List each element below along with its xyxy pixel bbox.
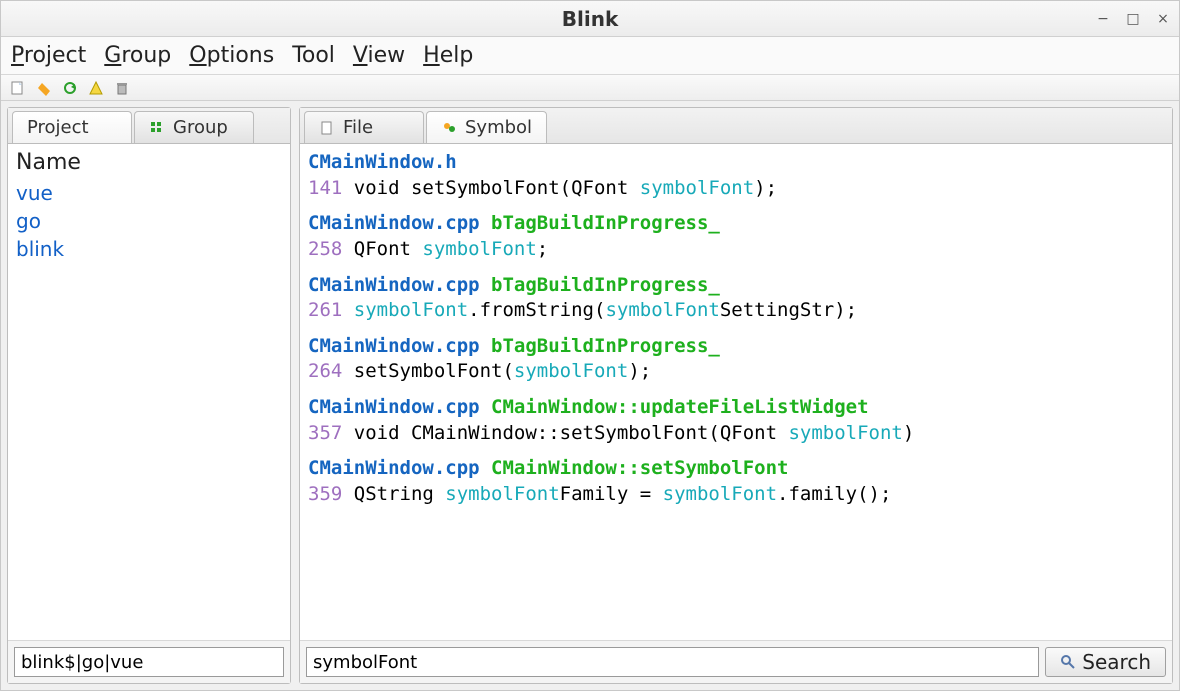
search-row: Search bbox=[300, 640, 1172, 683]
titlebar: Blink − □ × bbox=[1, 1, 1179, 37]
minimize-button[interactable]: − bbox=[1095, 11, 1111, 27]
menubar: Project Group Options Tool View Help bbox=[1, 37, 1179, 75]
result-line: 141 void setSymbolFont(QFont symbolFont)… bbox=[308, 176, 1164, 202]
open-icon[interactable] bbox=[35, 79, 53, 97]
window-controls: − □ × bbox=[1095, 1, 1171, 36]
search-input[interactable] bbox=[306, 647, 1039, 677]
close-button[interactable]: × bbox=[1155, 11, 1171, 27]
result-line: 258 QFont symbolFont; bbox=[308, 237, 1164, 263]
window-title: Blink bbox=[1, 7, 1179, 31]
result-block[interactable]: CMainWindow.cpp bTagBuildInProgress_261 … bbox=[308, 273, 1164, 324]
project-item[interactable]: blink bbox=[16, 235, 282, 263]
menu-view[interactable]: View bbox=[353, 43, 405, 68]
project-panel: Project Group Name vuegoblink bbox=[7, 107, 291, 684]
result-line: 264 setSymbolFont(symbolFont); bbox=[308, 359, 1164, 385]
result-header: CMainWindow.cpp CMainWindow::setSymbolFo… bbox=[308, 456, 1164, 482]
main-split: Project Group Name vuegoblink File bbox=[1, 101, 1179, 690]
tab-group-label: Group bbox=[173, 117, 228, 138]
result-block[interactable]: CMainWindow.h141 void setSymbolFont(QFon… bbox=[308, 150, 1164, 201]
menu-options[interactable]: Options bbox=[189, 43, 274, 68]
tab-symbol-label: Symbol bbox=[465, 117, 532, 138]
right-tabs: File Symbol bbox=[300, 108, 1172, 144]
result-header: CMainWindow.cpp CMainWindow::updateFileL… bbox=[308, 395, 1164, 421]
left-tabs: Project Group bbox=[8, 108, 290, 144]
menu-project[interactable]: Project bbox=[11, 43, 86, 68]
project-item[interactable]: vue bbox=[16, 179, 282, 207]
project-list: Name vuegoblink bbox=[8, 144, 290, 640]
result-line: 357 void CMainWindow::setSymbolFont(QFon… bbox=[308, 421, 1164, 447]
results-list[interactable]: CMainWindow.h141 void setSymbolFont(QFon… bbox=[300, 144, 1172, 640]
tab-file-label: File bbox=[343, 117, 373, 138]
menu-tool[interactable]: Tool bbox=[292, 43, 335, 68]
search-button-label: Search bbox=[1082, 650, 1151, 674]
file-icon bbox=[319, 120, 335, 136]
result-line: 261 symbolFont.fromString(symbolFontSett… bbox=[308, 298, 1164, 324]
result-block[interactable]: CMainWindow.cpp CMainWindow::setSymbolFo… bbox=[308, 456, 1164, 507]
result-block[interactable]: CMainWindow.cpp bTagBuildInProgress_258 … bbox=[308, 211, 1164, 262]
symbol-icon bbox=[441, 120, 457, 136]
tab-group[interactable]: Group bbox=[134, 111, 254, 143]
project-list-header: Name bbox=[16, 148, 282, 179]
result-header: CMainWindow.cpp bTagBuildInProgress_ bbox=[308, 273, 1164, 299]
tab-project[interactable]: Project bbox=[12, 111, 132, 143]
warning-icon[interactable] bbox=[87, 79, 105, 97]
new-icon[interactable] bbox=[9, 79, 27, 97]
maximize-button[interactable]: □ bbox=[1125, 11, 1141, 27]
project-filter-row bbox=[8, 640, 290, 683]
result-block[interactable]: CMainWindow.cpp bTagBuildInProgress_264 … bbox=[308, 334, 1164, 385]
result-header: CMainWindow.cpp bTagBuildInProgress_ bbox=[308, 211, 1164, 237]
toolbar bbox=[1, 75, 1179, 101]
results-panel: File Symbol CMainWindow.h141 void setSym… bbox=[299, 107, 1173, 684]
project-item[interactable]: go bbox=[16, 207, 282, 235]
result-header: CMainWindow.h bbox=[308, 150, 1164, 176]
trash-icon[interactable] bbox=[113, 79, 131, 97]
grid-icon bbox=[149, 120, 165, 136]
project-filter-input[interactable] bbox=[14, 647, 284, 677]
tab-file[interactable]: File bbox=[304, 111, 424, 143]
tab-project-label: Project bbox=[27, 117, 89, 138]
result-line: 359 QString symbolFontFamily = symbolFon… bbox=[308, 482, 1164, 508]
menu-group[interactable]: Group bbox=[104, 43, 171, 68]
tab-symbol[interactable]: Symbol bbox=[426, 111, 547, 143]
result-block[interactable]: CMainWindow.cpp CMainWindow::updateFileL… bbox=[308, 395, 1164, 446]
result-header: CMainWindow.cpp bTagBuildInProgress_ bbox=[308, 334, 1164, 360]
refresh-icon[interactable] bbox=[61, 79, 79, 97]
search-icon bbox=[1060, 654, 1076, 670]
search-button[interactable]: Search bbox=[1045, 647, 1166, 677]
menu-help[interactable]: Help bbox=[423, 43, 473, 68]
